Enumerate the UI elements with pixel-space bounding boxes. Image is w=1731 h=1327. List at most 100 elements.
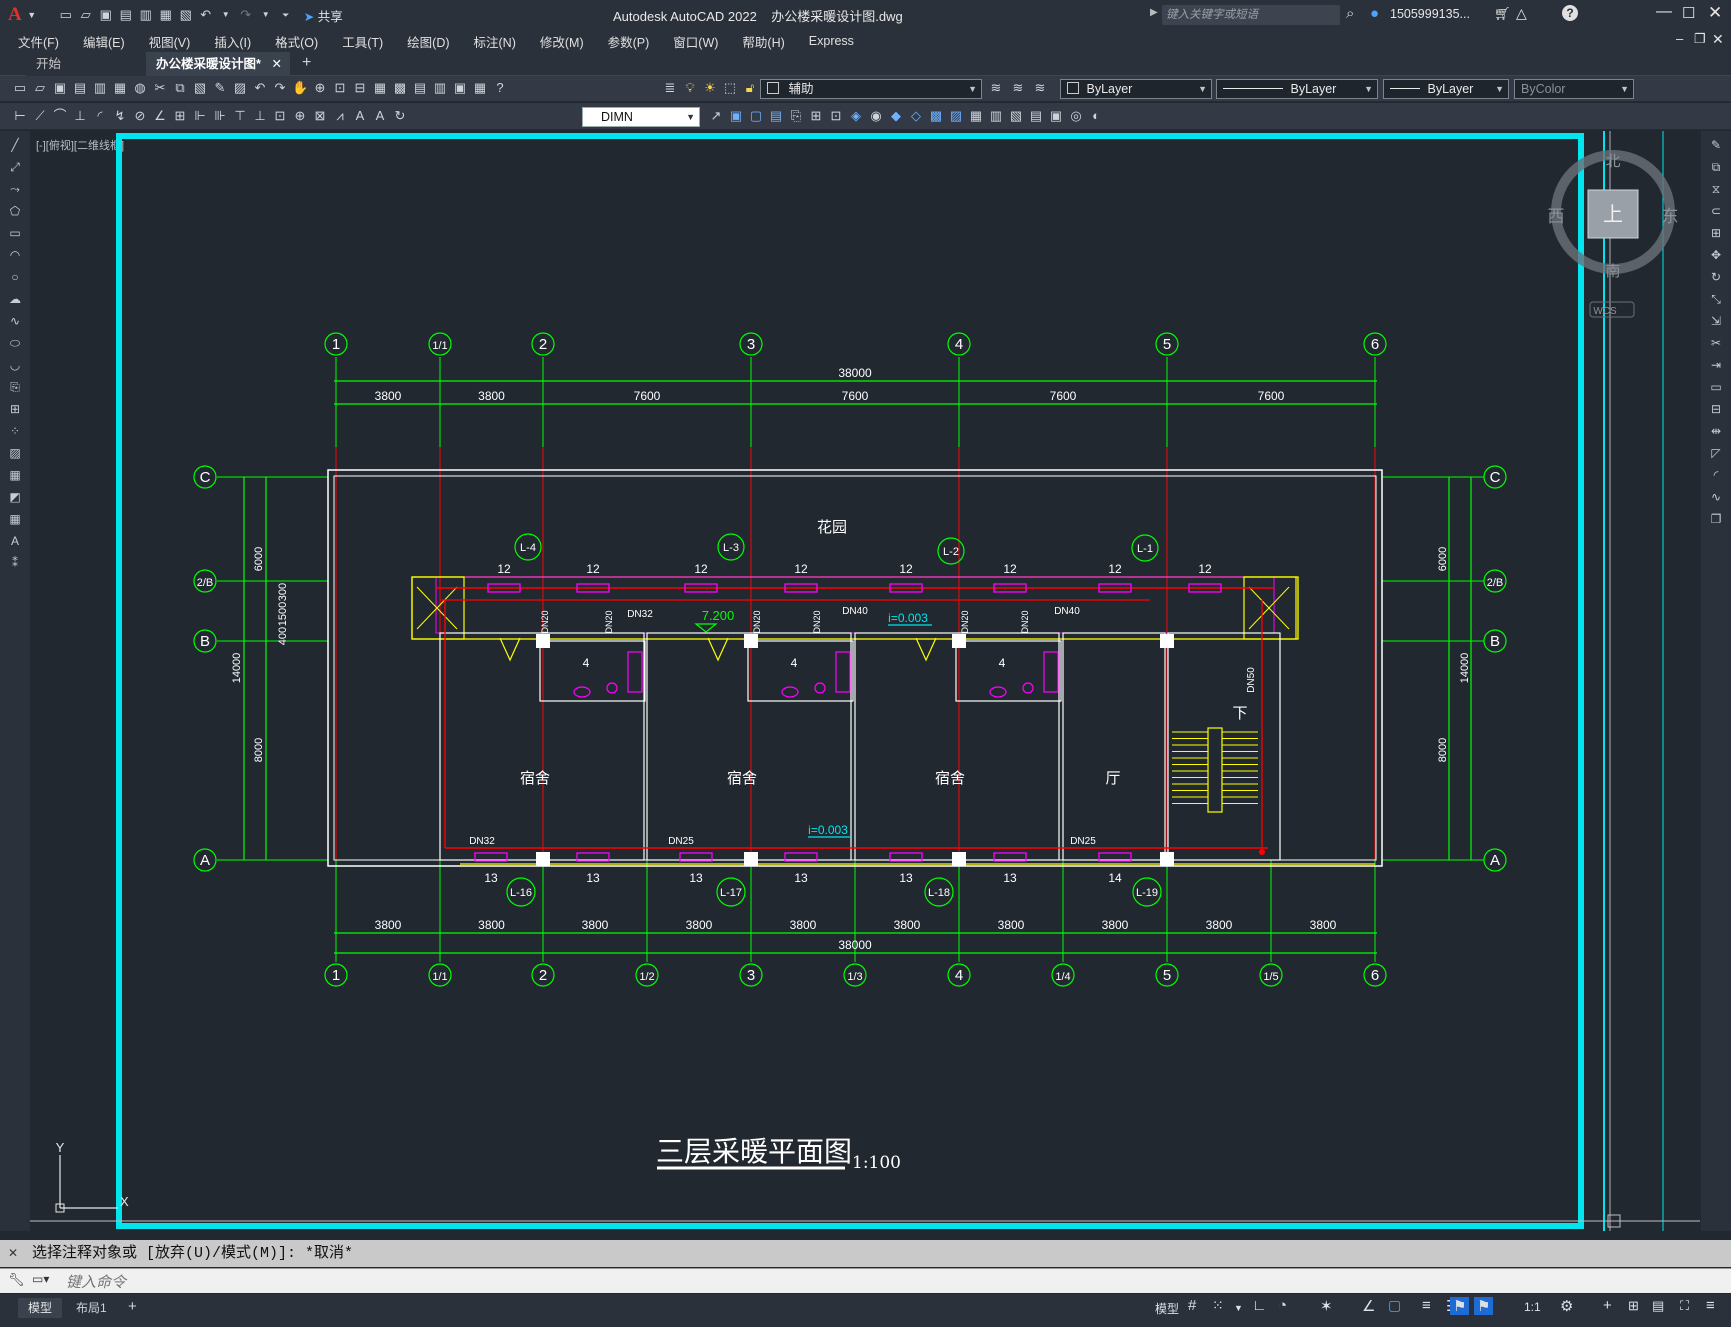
make-current-icon[interactable]: ≋ (988, 80, 1004, 96)
copy-object-icon[interactable]: ⧉ (1706, 159, 1726, 175)
command-input[interactable] (64, 1271, 1708, 1293)
close-icon[interactable]: ✕ (1708, 3, 1722, 23)
redo-icon[interactable]: ↷ (238, 7, 254, 23)
draworder-back-icon[interactable]: ▨ (948, 108, 964, 124)
doc-restore-icon[interactable]: ❐ (1694, 31, 1706, 47)
save-as-icon[interactable]: ▤ (118, 7, 134, 23)
sheet-set-icon[interactable]: ▥ (432, 80, 448, 96)
qnew-icon[interactable]: ▭ (12, 80, 28, 96)
dim-break-icon[interactable]: ⊥ (252, 108, 268, 124)
trim-icon[interactable]: ✂ (1706, 335, 1726, 351)
dim-tedit-icon[interactable]: A (372, 108, 388, 124)
model-space-button[interactable]: 模型 (1155, 1300, 1179, 1317)
calculator-icon[interactable]: ▦ (472, 80, 488, 96)
tool-palettes-icon[interactable]: ▤ (412, 80, 428, 96)
compass-south-label[interactable]: 南 (1605, 263, 1620, 280)
point-icon[interactable]: ⁘ (5, 423, 25, 439)
polygon-icon[interactable]: ⬠ (5, 203, 25, 219)
object-snap-tracking-icon[interactable]: ∠ (1362, 1297, 1375, 1315)
cart-icon[interactable]: 🛒︎ (1494, 6, 1511, 22)
add-selected-icon[interactable]: ⁑ (5, 555, 25, 571)
tab-close-icon[interactable]: ✕ (272, 52, 282, 76)
design-center-icon[interactable]: ▩ (392, 80, 408, 96)
gradient-icon[interactable]: ▦ (5, 467, 25, 483)
dim-linear-icon[interactable]: ⊢ (12, 108, 28, 124)
viewport-controls[interactable]: [-][俯视][二维线框] (36, 138, 124, 152)
menu-modify[interactable]: 修改(M) (540, 32, 584, 51)
undo-tb-icon[interactable]: ↶ (252, 80, 268, 96)
user-icon[interactable]: ● (1370, 5, 1379, 22)
app-menu-arrow-icon[interactable]: ▼ (24, 7, 40, 23)
publish-icon[interactable]: ▦ (112, 80, 128, 96)
search-expand-icon[interactable]: ▶ (1150, 7, 1158, 18)
compass-north-label[interactable]: 北 (1605, 153, 1620, 170)
redo-tb-icon[interactable]: ↷ (272, 80, 288, 96)
ellipse-icon[interactable]: ⬭ (5, 335, 25, 351)
dim-jogged-icon[interactable]: ↯ (112, 108, 128, 124)
hatch-icon[interactable]: ▨ (5, 445, 25, 461)
3d-dwf-icon[interactable]: ◍ (132, 80, 148, 96)
line-icon[interactable]: ╱ (5, 137, 25, 153)
zoom-window-icon[interactable]: ⊡ (332, 80, 348, 96)
quick-properties-icon[interactable]: ▤ (1652, 1298, 1664, 1314)
revision-cloud-icon[interactable]: ☁︎ (5, 291, 25, 307)
dim-diameter-icon[interactable]: ⊘ (132, 108, 148, 124)
inspect-icon[interactable]: ⊠ (312, 108, 328, 124)
dim-ordinate-icon[interactable]: ⊥ (72, 108, 88, 124)
qsave-icon[interactable]: ▣ (52, 80, 68, 96)
maximize-icon[interactable]: ☐ (1682, 4, 1695, 22)
zoom-previous-icon[interactable]: ⊟ (352, 80, 368, 96)
menu-help[interactable]: 帮助(H) (742, 32, 784, 51)
text-front-icon[interactable]: ▧ (1008, 108, 1024, 124)
rectangle-icon[interactable]: ▭ (5, 225, 25, 241)
add-layout-icon[interactable]: + (128, 1298, 137, 1315)
array-icon[interactable]: ⊞ (1706, 225, 1726, 241)
dim-arc-icon[interactable]: ⌒ (52, 108, 68, 124)
tolerance-icon[interactable]: ⊡ (272, 108, 288, 124)
open-icon[interactable]: ▱ (32, 80, 48, 96)
dim-update-icon[interactable]: ↻ (392, 108, 408, 124)
user-name[interactable]: 1505999135... (1390, 7, 1470, 21)
menu-dimension[interactable]: 标注(N) (474, 32, 516, 51)
attdef-icon[interactable]: ⊡ (828, 108, 844, 124)
dim-baseline-icon[interactable]: ⊩ (192, 108, 208, 124)
command-settings-icon[interactable]: 🔧︎ (8, 1272, 25, 1288)
menu-parametric[interactable]: 参数(P) (608, 32, 650, 51)
plotstyle-dropdown[interactable]: ByColor ▼ (1514, 79, 1634, 99)
menu-window[interactable]: 窗口(W) (673, 32, 718, 51)
center-mark-icon[interactable]: ⊕ (292, 108, 308, 124)
tab-start[interactable]: 开始 (26, 52, 146, 76)
qdim-icon[interactable]: ⊞ (172, 108, 188, 124)
redo-dropdown-icon[interactable]: ▼ (258, 7, 274, 23)
break-icon[interactable]: ⊟ (1706, 401, 1726, 417)
offset-icon[interactable]: ⊂ (1706, 203, 1726, 219)
menu-express[interactable]: Express (809, 34, 854, 48)
grid-icon[interactable]: # (1188, 1297, 1196, 1314)
field-icon[interactable]: ◇ (908, 108, 924, 124)
jogged-linear-icon[interactable]: ⩘ (332, 108, 348, 124)
preview-icon[interactable]: ▥ (92, 80, 108, 96)
region-icon[interactable]: ◩ (5, 489, 25, 505)
ortho-icon[interactable]: ∟ (1252, 1297, 1267, 1314)
linetype-dropdown[interactable]: ByLayer ▼ (1216, 79, 1378, 99)
layer-dropdown[interactable]: 辅助 ▼ (760, 79, 982, 99)
menu-draw[interactable]: 绘图(D) (407, 32, 449, 51)
orbit-icon[interactable]: ◎ (1068, 108, 1084, 124)
group-icon[interactable]: ▣ (728, 108, 744, 124)
menu-tools[interactable]: 工具(T) (342, 32, 383, 51)
tab-active-drawing[interactable]: 办公楼采暖设计图* ✕ (146, 52, 290, 76)
customize-qat-icon[interactable]: ⏷ (278, 7, 294, 23)
block-editor-icon[interactable]: ▨ (232, 80, 248, 96)
tables-icon[interactable]: ▣ (1048, 108, 1064, 124)
circle-icon[interactable]: ○ (5, 269, 25, 285)
join-icon[interactable]: ⇹ (1706, 423, 1726, 439)
drawing-canvas[interactable]: [-][俯视][二维线框] 上 北 南 东 西 WCS Y X 1 1/1 2 3 4 5… (30, 131, 1701, 1231)
chamfer-icon[interactable]: ◸ (1706, 445, 1726, 461)
dim-angular-icon[interactable]: ∠ (152, 108, 168, 124)
construction-line-icon[interactable]: ⤢ (5, 159, 25, 175)
dim-edit-icon[interactable]: A (352, 108, 368, 124)
layer-freeze-icon[interactable]: ☀ (702, 80, 718, 96)
annotation-monitor-icon[interactable]: + (1603, 1297, 1612, 1314)
mtext-icon[interactable]: A (5, 533, 25, 549)
ellipse-arc-icon[interactable]: ◡ (5, 357, 25, 373)
